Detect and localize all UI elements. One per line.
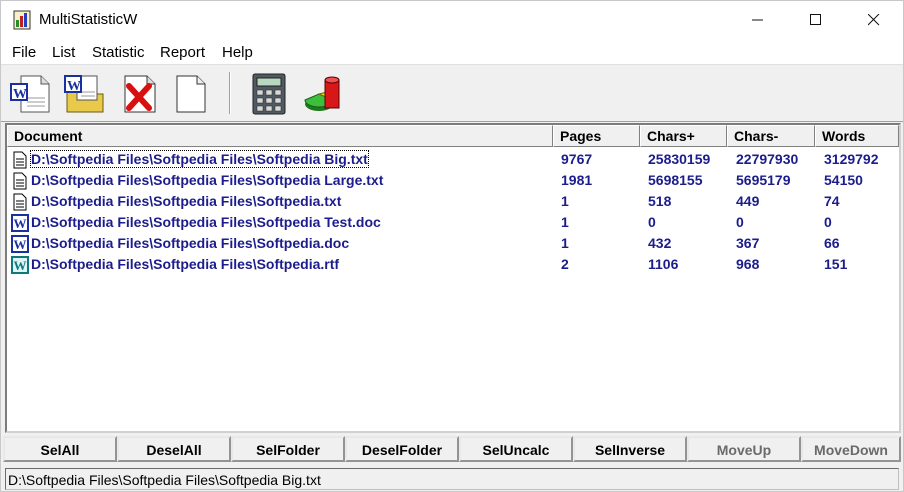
desel-all-button[interactable]: DeselAll — [117, 436, 231, 462]
document-path: D:\Softpedia Files\Softpedia Files\Softp… — [30, 150, 369, 168]
text-file-icon — [13, 151, 27, 169]
svg-text:W: W — [14, 237, 27, 252]
move-up-button[interactable]: MoveUp — [687, 436, 801, 462]
table-row[interactable]: D:\Softpedia Files\Softpedia Files\Softp… — [7, 191, 899, 212]
column-header-words[interactable]: Words — [815, 125, 899, 147]
calculator-icon[interactable] — [247, 72, 291, 116]
maximize-icon — [810, 14, 821, 25]
document-list[interactable]: Document Pages Chars+ Chars- Words D:\So… — [5, 123, 901, 433]
table-row[interactable]: D:\Softpedia Files\Softpedia Files\Softp… — [7, 170, 899, 191]
list-header: Document Pages Chars+ Chars- Words — [7, 125, 899, 147]
pages-value: 1981 — [561, 172, 593, 188]
pages-value: 1 — [561, 235, 569, 251]
menu-list[interactable]: List — [52, 44, 75, 61]
chars-minus-value: 5695179 — [736, 172, 791, 188]
column-header-chars-minus[interactable]: Chars- — [727, 125, 815, 147]
close-icon — [868, 14, 880, 26]
pages-value: 9767 — [561, 151, 593, 167]
words-value: 151 — [824, 256, 848, 272]
table-row[interactable]: W D:\Softpedia Files\Softpedia Files\Sof… — [7, 212, 899, 233]
chars-plus-value: 518 — [648, 193, 672, 209]
word-add-folder-icon[interactable]: W — [63, 72, 107, 116]
words-value: 3129792 — [824, 151, 879, 167]
toolbar-separator — [229, 72, 231, 114]
sel-all-button[interactable]: SelAll — [3, 436, 117, 462]
pages-value: 1 — [561, 214, 569, 230]
sel-folder-button[interactable]: SelFolder — [231, 436, 345, 462]
column-header-pages[interactable]: Pages — [553, 125, 640, 147]
maximize-button[interactable] — [787, 1, 845, 39]
document-path: D:\Softpedia Files\Softpedia Files\Softp… — [31, 193, 342, 209]
svg-text:W: W — [14, 258, 27, 273]
table-row[interactable]: W D:\Softpedia Files\Softpedia Files\Sof… — [7, 233, 899, 254]
text-file-icon — [13, 193, 27, 211]
statistics-chart-icon[interactable] — [301, 72, 345, 116]
minimize-button[interactable] — [729, 1, 787, 39]
chars-minus-value: 968 — [736, 256, 760, 272]
svg-text:W: W — [67, 79, 81, 94]
app-icon — [13, 10, 31, 30]
pages-value: 1 — [561, 193, 569, 209]
minimize-icon — [752, 19, 763, 21]
sel-uncalc-button[interactable]: SelUncalc — [459, 436, 573, 462]
close-button[interactable] — [845, 1, 903, 39]
word-doc-icon: W — [11, 235, 29, 253]
chars-plus-value: 432 — [648, 235, 672, 251]
chars-minus-value: 0 — [736, 214, 744, 230]
menu-file[interactable]: File — [12, 44, 36, 61]
selection-button-bar: SelAll DeselAll SelFolder DeselFolder Se… — [3, 436, 901, 462]
new-list-icon[interactable] — [169, 72, 213, 116]
svg-text:W: W — [13, 87, 27, 102]
chars-plus-value: 5698155 — [648, 172, 703, 188]
chars-plus-value: 25830159 — [648, 151, 711, 167]
word-doc-icon: W — [11, 214, 29, 232]
chars-plus-value: 1106 — [648, 256, 679, 272]
chars-minus-value: 367 — [736, 235, 760, 251]
svg-text:W: W — [14, 216, 27, 231]
document-path: D:\Softpedia Files\Softpedia Files\Softp… — [31, 235, 350, 251]
words-value: 54150 — [824, 172, 863, 188]
chars-plus-value: 0 — [648, 214, 656, 230]
menu-statistic[interactable]: Statistic — [92, 44, 145, 61]
main-window: MultiStatisticW File List Statistic Repo… — [0, 0, 904, 492]
menu-bar: File List Statistic Report Help — [1, 39, 903, 65]
column-header-chars-plus[interactable]: Chars+ — [640, 125, 727, 147]
toolbar: W W — [1, 66, 903, 122]
window-title: MultiStatisticW — [39, 11, 138, 28]
pages-value: 2 — [561, 256, 569, 272]
status-bar: D:\Softpedia Files\Softpedia Files\Softp… — [5, 468, 899, 490]
move-down-button[interactable]: MoveDown — [801, 436, 901, 462]
table-row[interactable]: D:\Softpedia Files\Softpedia Files\Softp… — [7, 149, 899, 170]
words-value: 74 — [824, 193, 840, 209]
chars-minus-value: 22797930 — [736, 151, 799, 167]
desel-folder-button[interactable]: DeselFolder — [345, 436, 459, 462]
menu-help[interactable]: Help — [222, 44, 253, 61]
remove-file-icon[interactable] — [117, 72, 161, 116]
text-file-icon — [13, 172, 27, 190]
words-value: 0 — [824, 214, 832, 230]
title-bar: MultiStatisticW — [1, 1, 903, 39]
document-path: D:\Softpedia Files\Softpedia Files\Softp… — [31, 214, 381, 230]
menu-report[interactable]: Report — [160, 44, 205, 61]
sel-inverse-button[interactable]: SelInverse — [573, 436, 687, 462]
rtf-doc-icon: W — [11, 256, 29, 274]
table-row[interactable]: W D:\Softpedia Files\Softpedia Files\Sof… — [7, 254, 899, 275]
document-path: D:\Softpedia Files\Softpedia Files\Softp… — [31, 172, 384, 188]
column-header-document[interactable]: Document — [7, 125, 553, 147]
chars-minus-value: 449 — [736, 193, 760, 209]
document-path: D:\Softpedia Files\Softpedia Files\Softp… — [31, 256, 340, 272]
words-value: 66 — [824, 235, 840, 251]
word-add-file-icon[interactable]: W — [9, 72, 53, 116]
